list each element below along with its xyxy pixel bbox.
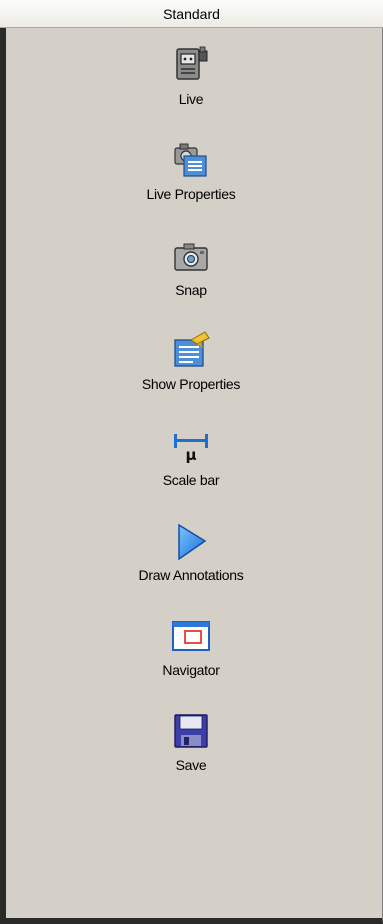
tool-label: Show Properties xyxy=(141,376,241,392)
tool-list: Live Live Properties Snap Show Propertie… xyxy=(0,28,383,924)
live-button[interactable]: Live xyxy=(6,45,382,131)
svg-text:μ: μ xyxy=(185,446,196,464)
tool-label: Draw Annotations xyxy=(138,567,244,583)
camera-properties-icon xyxy=(171,140,211,180)
tool-label: Live Properties xyxy=(146,186,236,202)
snap-button[interactable]: Snap xyxy=(6,236,382,322)
show-properties-icon xyxy=(171,330,211,370)
play-triangle-icon xyxy=(171,521,211,561)
tool-label: Save xyxy=(175,757,207,773)
tool-label: Snap xyxy=(175,282,207,298)
camera-icon xyxy=(171,236,211,276)
navigator-window-icon xyxy=(171,616,211,656)
floppy-disk-icon xyxy=(171,711,211,751)
live-properties-button[interactable]: Live Properties xyxy=(6,140,382,226)
tool-label: Live xyxy=(178,91,204,107)
tool-label: Scale bar xyxy=(162,472,220,488)
navigator-button[interactable]: Navigator xyxy=(6,616,382,702)
panel-title: Standard xyxy=(0,0,383,28)
standard-toolbar-panel: Standard Live Live Properties Snap Show … xyxy=(0,0,383,924)
scale-bar-icon: μ xyxy=(171,426,211,466)
save-button[interactable]: Save xyxy=(6,711,382,797)
draw-annotations-button[interactable]: Draw Annotations xyxy=(6,521,382,607)
show-properties-button[interactable]: Show Properties xyxy=(6,330,382,416)
scale-bar-button[interactable]: μ Scale bar xyxy=(6,426,382,512)
video-camera-icon xyxy=(171,45,211,85)
tool-label: Navigator xyxy=(162,662,220,678)
